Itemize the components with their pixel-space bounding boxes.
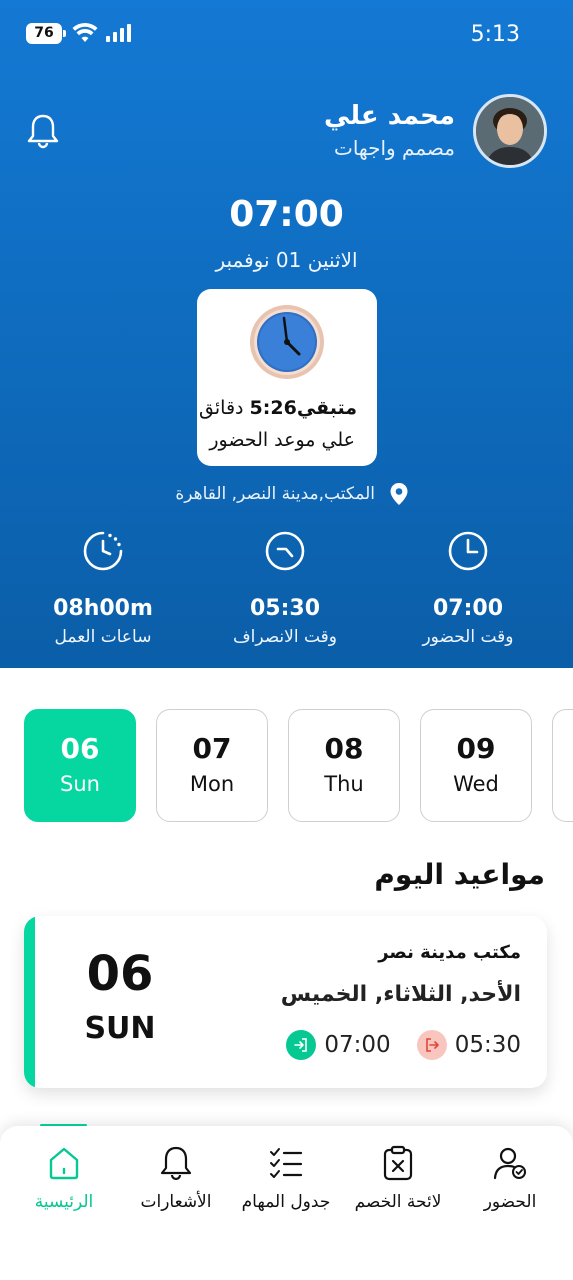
user-role: مصمم واجهات: [333, 136, 455, 160]
user-profile[interactable]: محمد علي مصمم واجهات: [324, 94, 547, 168]
avatar-image: [476, 97, 544, 165]
stat-label: وقت الانصراف: [232, 627, 338, 647]
day-name: Wed: [453, 772, 499, 796]
attendance-user-icon: [493, 1147, 526, 1180]
nav-label: الأشعارات: [140, 1192, 212, 1212]
task-list-icon: [270, 1148, 303, 1178]
day-number: 06: [60, 732, 100, 765]
bottom-nav: الرئيسية الأشعارات جدول المهام لائحة الخ…: [0, 1126, 573, 1280]
deduction-clipboard-icon: [383, 1145, 413, 1181]
nav-item-deductions[interactable]: لائحة الخصم: [338, 1144, 458, 1212]
home-screen: 76 5:13 محمد علي مصمم واجهات 07:00 الاثن…: [0, 0, 573, 1280]
check-out-time: 05:30: [416, 1030, 521, 1060]
stat-label: ساعات العمل: [54, 627, 152, 647]
nav-item-notifications[interactable]: الأشعارات: [116, 1144, 236, 1212]
appointment-times: 07:00 05:30: [286, 1030, 521, 1060]
remaining-time: متبقي5:26 دقائق: [199, 397, 357, 419]
status-time: 5:13: [470, 22, 520, 47]
attendance-countdown-card[interactable]: متبقي5:26 دقائق علي موعد الحضور: [197, 289, 377, 466]
location-pin-icon: [390, 483, 408, 505]
signal-icon: [106, 24, 131, 42]
stat-label: وقت الحضور: [422, 627, 514, 647]
check-in-icon: [286, 1030, 317, 1060]
day-number: 08: [324, 732, 364, 765]
current-time: 07:00: [229, 194, 344, 235]
home-icon: [49, 1147, 79, 1180]
avatar[interactable]: [473, 94, 547, 168]
stat-value: 07:00: [432, 596, 504, 621]
check-in-value: 07:00: [324, 1032, 391, 1058]
day-chip-mon[interactable]: 07 Mon: [156, 709, 268, 822]
appointment-day-name: SUN: [84, 1011, 156, 1046]
clock-in-icon: [448, 531, 488, 571]
remaining-subtitle: علي موعد الحضور: [209, 429, 355, 451]
check-in-time: 07:00: [286, 1030, 391, 1060]
day-number: 07: [192, 732, 232, 765]
day-name: Sun: [60, 772, 100, 796]
nav-item-home[interactable]: الرئيسية: [4, 1144, 124, 1212]
day-chip-sun[interactable]: 06 Sun: [24, 709, 136, 822]
nav-label: لائحة الخصم: [354, 1192, 442, 1212]
stat-value: 05:30: [249, 596, 321, 621]
location: المكتب,مدينة النصر, القاهرة: [175, 482, 409, 506]
day-chip-wed[interactable]: 09 Wed: [420, 709, 532, 822]
appointment-office: مكتب مدينة نصر: [378, 942, 521, 963]
profile-text: محمد علي مصمم واجهات: [324, 99, 455, 163]
check-out-value: 05:30: [454, 1032, 521, 1058]
stat-value: 08h00m: [53, 596, 153, 621]
day-chip-thu[interactable]: 08 Thu: [288, 709, 400, 822]
stat-work-hours: 08h00m ساعات العمل: [18, 530, 188, 650]
day-name: Mon: [189, 772, 235, 796]
day-name: Thu: [324, 772, 364, 796]
notification-bell-icon[interactable]: [26, 112, 60, 150]
remaining-prefix: متبقي: [296, 397, 357, 419]
user-name: محمد علي: [323, 101, 455, 131]
current-date: الاثنين 01 نوفمبر: [215, 248, 358, 272]
bell-icon: [160, 1146, 192, 1181]
nav-label: جدول المهام: [241, 1192, 331, 1212]
stat-checkin-time: 07:00 وقت الحضور: [383, 530, 553, 650]
check-out-icon: [416, 1030, 447, 1060]
nav-label: الرئيسية: [34, 1192, 94, 1212]
appointment-day-number: 06: [86, 946, 154, 1002]
timer-icon: [83, 531, 123, 571]
nav-label: الحضور: [483, 1192, 537, 1212]
wifi-icon: [72, 22, 98, 42]
section-title: مواعيد اليوم: [374, 858, 545, 891]
stat-checkout-time: 05:30 وقت الانصراف: [200, 530, 370, 650]
header: 76 5:13 محمد علي مصمم واجهات 07:00 الاثن…: [0, 0, 573, 668]
status-bar: 76 5:13: [0, 0, 573, 70]
clock-out-icon: [265, 531, 305, 571]
nav-item-attendance[interactable]: الحضور: [450, 1144, 570, 1212]
battery-icon: 76: [26, 23, 66, 44]
day-number: 09: [456, 732, 496, 765]
day-chip-partial[interactable]: [552, 709, 573, 822]
work-stats: 08h00m ساعات العمل 05:30 وقت الانصراف 07…: [0, 530, 573, 660]
appointment-days: الأحد, الثلاثاء, الخميس: [280, 982, 521, 1007]
appointment-accent-bar: [24, 916, 35, 1088]
nav-item-tasks[interactable]: جدول المهام: [226, 1144, 346, 1212]
appointment-card[interactable]: 06 SUN مكتب مدينة نصر الأحد, الثلاثاء, ا…: [24, 916, 547, 1088]
remaining-unit: دقائق: [199, 397, 244, 419]
day-selector: 06 Sun 07 Mon 08 Thu 09 Wed: [0, 709, 573, 822]
remaining-value: 5:26: [249, 397, 297, 419]
location-text: المكتب,مدينة النصر, القاهرة: [175, 484, 375, 504]
clock-icon: [250, 305, 324, 379]
